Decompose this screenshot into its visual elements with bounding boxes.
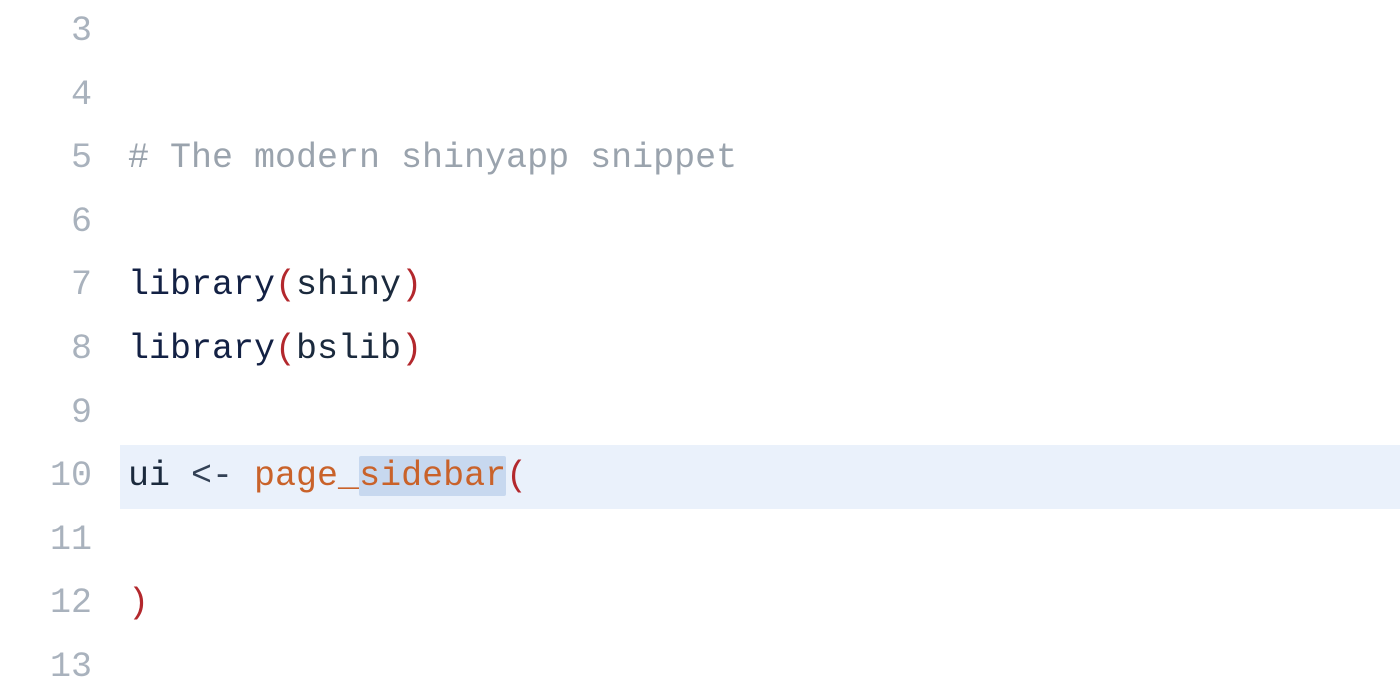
line-number: 10 xyxy=(0,445,120,509)
code-content[interactable]: ui <- page_sidebar( xyxy=(120,445,1400,509)
line-number: 5 xyxy=(0,127,120,191)
code-token: <- xyxy=(191,456,233,496)
code-token: sidebar xyxy=(359,456,506,496)
code-line[interactable]: 8library(bslib) xyxy=(0,318,1400,382)
code-line[interactable]: 7library(shiny) xyxy=(0,254,1400,318)
code-line[interactable]: 11 xyxy=(0,509,1400,573)
code-token: page_ xyxy=(254,456,359,496)
code-token: bslib xyxy=(296,329,401,369)
code-line[interactable]: 13 xyxy=(0,636,1400,700)
code-line[interactable]: 9 xyxy=(0,382,1400,446)
code-token: shiny xyxy=(296,265,401,305)
code-token: library xyxy=(128,265,275,305)
line-number: 8 xyxy=(0,318,120,382)
code-line[interactable]: 12) xyxy=(0,572,1400,636)
line-number: 9 xyxy=(0,382,120,446)
code-token: ui xyxy=(128,456,191,496)
line-number: 13 xyxy=(0,636,120,700)
code-token: ) xyxy=(128,583,149,623)
code-token xyxy=(233,456,254,496)
code-content[interactable] xyxy=(120,509,1400,573)
line-number: 4 xyxy=(0,64,120,128)
code-token: library xyxy=(128,329,275,369)
line-number: 11 xyxy=(0,509,120,573)
line-number: 6 xyxy=(0,191,120,255)
code-content[interactable] xyxy=(120,636,1400,700)
code-token: # The modern shinyapp snippet xyxy=(128,138,737,178)
code-line[interactable]: 3 xyxy=(0,0,1400,64)
code-content[interactable] xyxy=(120,0,1400,64)
code-token: ( xyxy=(506,456,527,496)
code-editor[interactable]: 345# The modern shinyapp snippet67librar… xyxy=(0,0,1400,700)
code-token: ) xyxy=(401,329,422,369)
code-content[interactable] xyxy=(120,382,1400,446)
code-line[interactable]: 10ui <- page_sidebar( xyxy=(0,445,1400,509)
code-content[interactable]: ) xyxy=(120,572,1400,636)
line-number: 7 xyxy=(0,254,120,318)
code-content[interactable]: library(bslib) xyxy=(120,318,1400,382)
line-number: 12 xyxy=(0,572,120,636)
code-line[interactable]: 6 xyxy=(0,191,1400,255)
line-number: 3 xyxy=(0,0,120,64)
code-content[interactable]: library(shiny) xyxy=(120,254,1400,318)
code-line[interactable]: 5# The modern shinyapp snippet xyxy=(0,127,1400,191)
code-token: ( xyxy=(275,265,296,305)
code-line[interactable]: 4 xyxy=(0,64,1400,128)
code-content[interactable]: # The modern shinyapp snippet xyxy=(120,127,1400,191)
code-content[interactable] xyxy=(120,64,1400,128)
code-content[interactable] xyxy=(120,191,1400,255)
code-token: ) xyxy=(401,265,422,305)
code-token: ( xyxy=(275,329,296,369)
